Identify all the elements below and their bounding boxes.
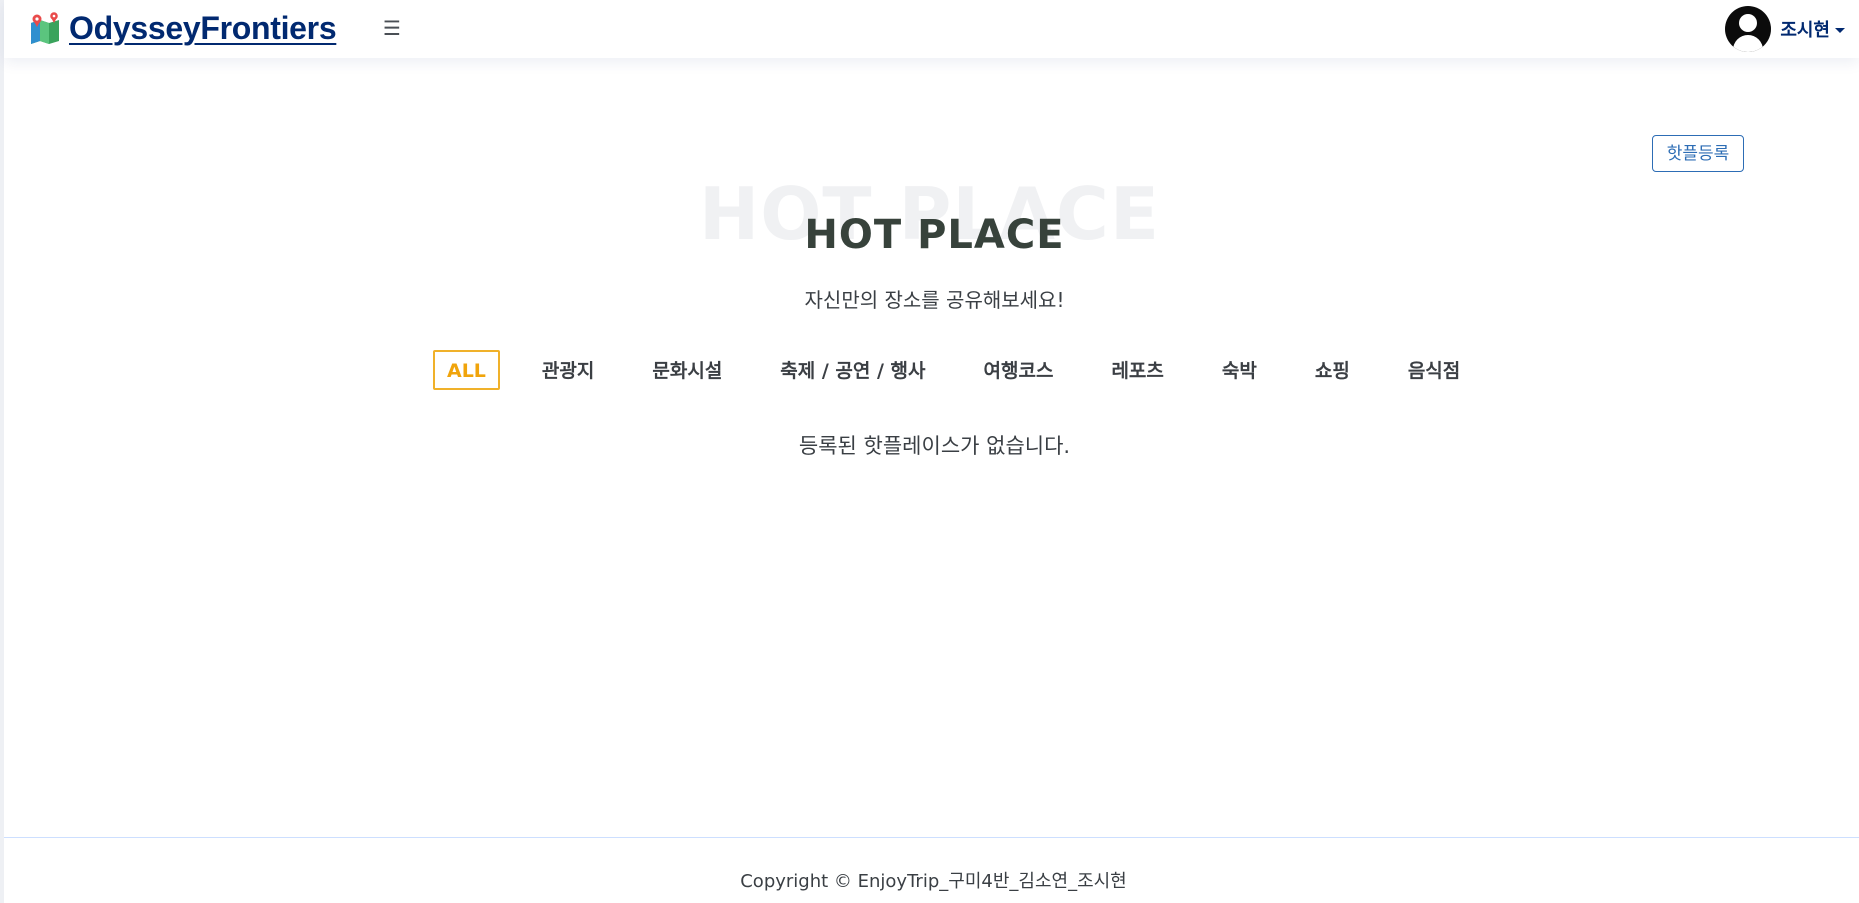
avatar-body [1733,35,1764,52]
section-subtitle: 자신만의 장소를 공유해보세요! [804,288,1065,312]
filter-restaurant[interactable]: 음식점 [1394,350,1474,390]
filter-course[interactable]: 여행코스 [970,350,1068,390]
empty-message: 등록된 핫플레이스가 없습니다. [798,434,1071,458]
category-filters: ALL 관광지 문화시설 축제 / 공연 / 행사 여행코스 레포츠 숙박 쇼핑… [433,350,1474,390]
caret-down-icon [1835,27,1845,33]
avatar-head [1739,14,1758,32]
hamburger-icon[interactable]: ☰ [380,14,404,42]
filter-shopping[interactable]: 쇼핑 [1301,350,1364,390]
map-pin-icon [31,12,59,44]
register-hotplace-button[interactable]: 핫플등록 [1652,135,1744,172]
profile-dropdown[interactable]: 조시현 [1725,4,1845,54]
user-name: 조시현 [1780,20,1830,41]
copyright-text: Copyright © EnjoyTrip_구미4반_김소연_조시현 [740,871,1127,892]
section-title: HOT PLACE [804,212,1065,258]
logo-link[interactable]: OdysseyFrontiers [29,8,337,48]
logo-text: OdysseyFrontiers [69,9,337,46]
filter-tourist-spot[interactable]: 관광지 [528,350,608,390]
filter-all[interactable]: ALL [433,350,500,390]
filter-leisure-sports[interactable]: 레포츠 [1097,350,1177,390]
filter-festival[interactable]: 축제 / 공연 / 행사 [766,350,939,390]
filter-lodging[interactable]: 숙박 [1208,350,1271,390]
avatar [1725,6,1772,52]
top-header: OdysseyFrontiers ☰ 조시현 [4,0,1859,58]
filter-culture[interactable]: 문화시설 [638,350,736,390]
footer: Copyright © EnjoyTrip_구미4반_김소연_조시현 [4,837,1859,903]
